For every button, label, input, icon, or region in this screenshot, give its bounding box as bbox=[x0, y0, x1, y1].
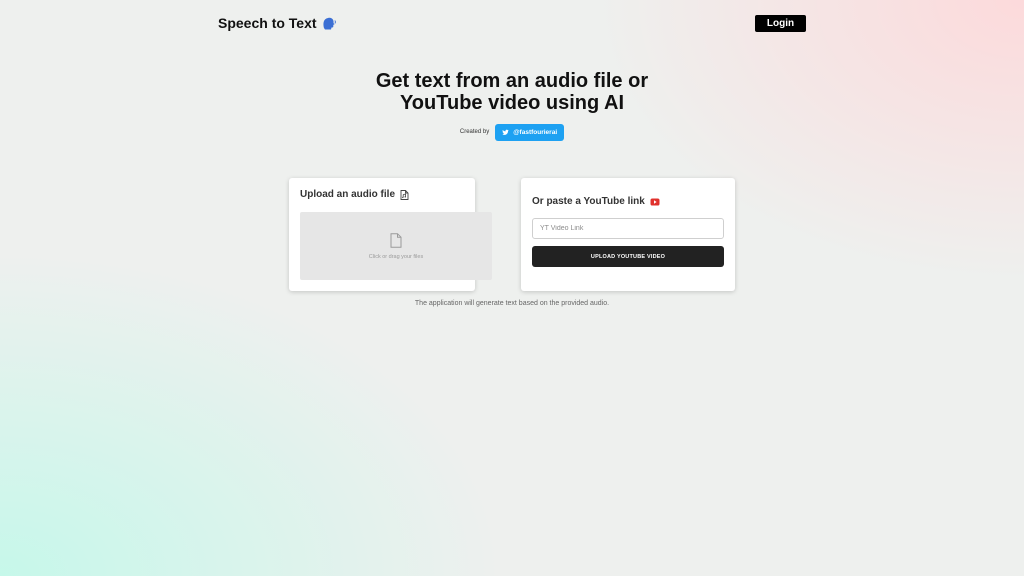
file-icon bbox=[390, 232, 402, 248]
youtube-icon bbox=[650, 198, 660, 205]
page-title-line-2: YouTube video using AI bbox=[399, 92, 625, 114]
twitter-link[interactable]: @fastfourierai bbox=[495, 123, 565, 141]
upload-card: Upload an audio file Click or drag your … bbox=[289, 178, 492, 291]
created-by-label: Created by bbox=[459, 129, 490, 135]
page-title-line-1: Get text from an audio file or bbox=[375, 70, 649, 92]
speaking-head-icon bbox=[321, 15, 337, 31]
brand-title: Speech to Text bbox=[218, 15, 317, 31]
youtube-link-input[interactable] bbox=[532, 218, 724, 239]
youtube-card-title-text: Or paste a YouTube link bbox=[532, 196, 645, 207]
audio-dropzone[interactable]: Click or drag your files bbox=[300, 212, 492, 280]
youtube-card: Or paste a YouTube link UPLOAD YOUTUBE V… bbox=[521, 178, 735, 291]
file-audio-icon bbox=[400, 189, 409, 200]
upload-youtube-video-button[interactable]: UPLOAD YOUTUBE VIDEO bbox=[532, 246, 724, 267]
page-title: Get text from an audio file or YouTube v… bbox=[0, 70, 1024, 114]
credit-row: Created by @fastfourierai bbox=[0, 123, 1024, 141]
hero: Get text from an audio file or YouTube v… bbox=[0, 70, 1024, 114]
youtube-card-title: Or paste a YouTube link bbox=[532, 196, 660, 207]
upload-card-title: Upload an audio file bbox=[300, 189, 409, 200]
brand[interactable]: Speech to Text bbox=[218, 14, 337, 32]
login-button[interactable]: Login bbox=[755, 15, 806, 32]
dropzone-text: Click or drag your files bbox=[368, 253, 424, 260]
footnote: The application will generate text based… bbox=[414, 300, 610, 307]
twitter-handle: @fastfourierai bbox=[513, 128, 558, 136]
upload-card-title-text: Upload an audio file bbox=[300, 189, 396, 200]
twitter-bird-icon bbox=[502, 129, 509, 135]
